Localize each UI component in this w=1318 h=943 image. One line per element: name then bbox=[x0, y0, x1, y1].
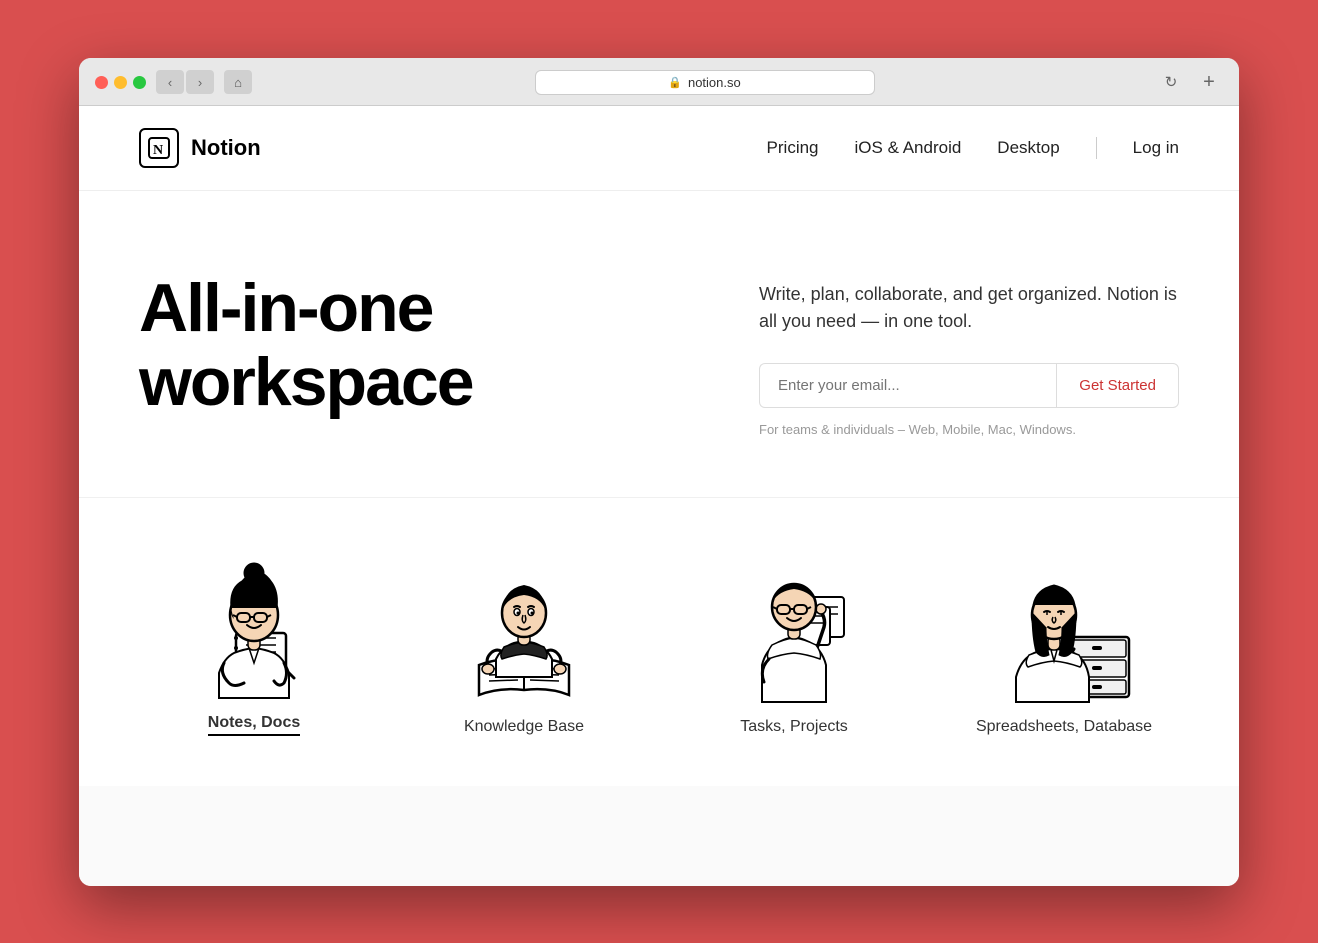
spreadsheets-database-illustration bbox=[974, 542, 1154, 702]
nav-pricing[interactable]: Pricing bbox=[767, 138, 819, 158]
hero-right: Write, plan, collaborate, and get organi… bbox=[759, 271, 1179, 437]
minimize-button[interactable] bbox=[114, 76, 127, 89]
feature-label-tasks-projects: Tasks, Projects bbox=[740, 718, 848, 736]
url-text: notion.so bbox=[688, 75, 741, 90]
site-nav: N Notion Pricing iOS & Android Desktop L… bbox=[79, 106, 1239, 191]
back-button[interactable]: ‹ bbox=[156, 70, 184, 94]
logo[interactable]: N Notion bbox=[139, 128, 261, 168]
notes-docs-illustration bbox=[164, 538, 344, 698]
maximize-button[interactable] bbox=[133, 76, 146, 89]
nav-desktop[interactable]: Desktop bbox=[997, 138, 1059, 158]
email-form: Get Started bbox=[759, 363, 1179, 408]
knowledge-base-illustration bbox=[434, 542, 614, 702]
features-section: Notes, Docs bbox=[79, 497, 1239, 786]
close-button[interactable] bbox=[95, 76, 108, 89]
hero-subtitle: Write, plan, collaborate, and get organi… bbox=[759, 281, 1179, 335]
hero-title-line2: workspace bbox=[139, 344, 473, 420]
brand-name: Notion bbox=[191, 135, 261, 161]
email-input[interactable] bbox=[759, 363, 1056, 408]
hero-note: For teams & individuals – Web, Mobile, M… bbox=[759, 422, 1179, 437]
nav-login[interactable]: Log in bbox=[1133, 138, 1179, 158]
hero-title: All-in-one workspace bbox=[139, 271, 679, 421]
new-tab-button[interactable]: + bbox=[1195, 70, 1223, 94]
nav-ios-android[interactable]: iOS & Android bbox=[855, 138, 962, 158]
home-button[interactable]: ⌂ bbox=[224, 70, 252, 94]
address-bar[interactable]: 🔒 notion.so bbox=[535, 70, 875, 95]
feature-label-notes-docs: Notes, Docs bbox=[208, 714, 300, 736]
svg-text:N: N bbox=[153, 143, 163, 158]
tasks-projects-illustration bbox=[704, 542, 884, 702]
feature-tasks-projects[interactable]: Tasks, Projects bbox=[659, 542, 929, 736]
reload-button[interactable]: ↻ bbox=[1157, 70, 1185, 94]
hero-left: All-in-one workspace bbox=[139, 271, 679, 421]
feature-spreadsheets-database[interactable]: Spreadsheets, Database bbox=[929, 542, 1199, 736]
traffic-lights bbox=[95, 76, 146, 89]
lock-icon: 🔒 bbox=[668, 76, 682, 89]
nav-links: Pricing iOS & Android Desktop Log in bbox=[767, 137, 1179, 159]
feature-label-spreadsheets-database: Spreadsheets, Database bbox=[976, 718, 1152, 736]
feature-knowledge-base[interactable]: Knowledge Base bbox=[389, 542, 659, 736]
notion-logo-icon: N bbox=[139, 128, 179, 168]
feature-notes-docs[interactable]: Notes, Docs bbox=[119, 538, 389, 736]
website-content: N Notion Pricing iOS & Android Desktop L… bbox=[79, 106, 1239, 886]
feature-label-knowledge-base: Knowledge Base bbox=[464, 718, 584, 736]
browser-chrome: ‹ › ⌂ 🔒 notion.so ↻ + bbox=[79, 58, 1239, 106]
browser-window: ‹ › ⌂ 🔒 notion.so ↻ + N bbox=[79, 58, 1239, 886]
forward-button[interactable]: › bbox=[186, 70, 214, 94]
get-started-button[interactable]: Get Started bbox=[1056, 363, 1179, 408]
hero-title-line1: All-in-one bbox=[139, 270, 433, 346]
nav-divider bbox=[1096, 137, 1097, 159]
hero-section: All-in-one workspace Write, plan, collab… bbox=[79, 191, 1239, 497]
